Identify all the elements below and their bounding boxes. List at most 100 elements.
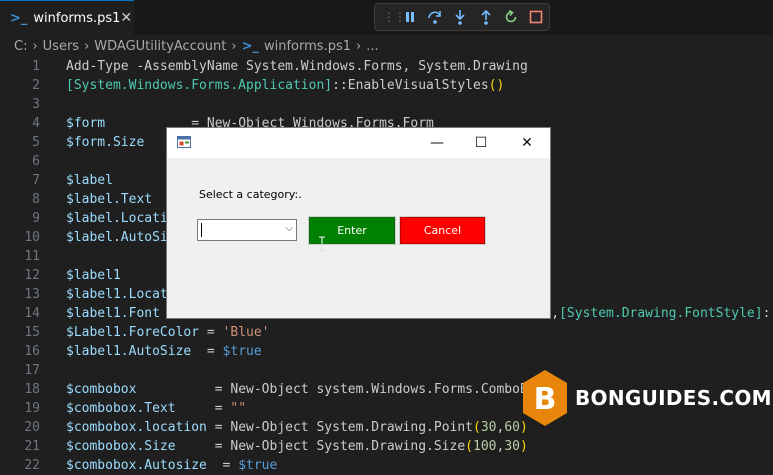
line-number: 7 [32,173,40,188]
line-number: 6 [32,154,40,169]
line-number: 1 [32,59,40,74]
code-token: ( [465,439,473,454]
breadcrumb-users[interactable]: Users [43,39,79,54]
line-number: 4 [32,116,40,131]
code-token: () [488,78,505,93]
code-token: $form.Size [66,135,145,150]
code-text: $label.AutoSi [66,228,168,247]
code-line[interactable]: 22 $combobox.Autosize = $true [0,456,773,475]
bonguides-logo-icon: B [523,370,567,426]
maximize-icon[interactable]: ☐ [459,128,503,158]
text-cursor-icon [319,236,325,252]
stop-icon[interactable] [524,4,549,30]
code-text: Add-Type -AssemblyName System.Windows.Fo… [66,57,528,76]
code-line[interactable]: 3 [0,95,773,114]
code-text: $combobox.Autosize = $true [66,456,277,475]
tab-label: winforms.ps1 [33,10,121,26]
breadcrumb-account[interactable]: WDAGUtilityAccount [94,39,226,54]
breadcrumb-more[interactable]: ... [366,39,378,54]
step-over-icon[interactable] [422,4,447,30]
code-line[interactable]: 15 $Label1.ForeColor = 'Blue' [0,323,773,342]
code-token: 'Blue' [222,325,270,340]
restart-icon[interactable] [498,4,523,30]
code-token: = New-Object System.Drawing.Point [206,420,473,435]
cancel-button[interactable]: Cancel [399,216,486,245]
code-token: "" [230,401,247,416]
step-into-icon[interactable] [448,4,473,30]
code-text: $label1.Locat [66,285,168,304]
code-text: $combobox.location = New-Object System.D… [66,418,528,437]
line-number: 20 [24,420,40,435]
code-token: $label1 [66,268,121,283]
line-number: 15 [24,325,40,340]
chevron-right-icon: › [231,38,237,54]
category-label: Select a category:. [199,188,302,201]
minimize-icon[interactable]: — [415,128,459,158]
pause-icon[interactable] [397,4,422,30]
code-token: 30 [504,439,520,454]
editor-tab-bar: >_ winforms.ps1 ✕ ⋮⋮ [0,0,773,35]
text-caret [201,223,202,237]
tab-close-icon[interactable]: ✕ [120,10,132,26]
code-token: $Label1.ForeColor [66,325,200,340]
code-text: $label.Locati [66,209,168,228]
code-text: $label1.AutoSize = $true [66,342,262,361]
line-number: 16 [24,344,40,359]
code-line[interactable]: 21 $combobox.Size = New-Object System.Dra… [0,437,773,456]
line-number: 8 [32,192,40,207]
code-token: $combobox.location [66,420,207,435]
code-token: $label.Text [66,192,153,207]
code-token: $combobox.Autosize [66,458,207,473]
breadcrumb: C: › Users › WDAGUtilityAccount › >_ win… [0,35,773,57]
code-text: $label.Text [66,190,152,209]
winforms-dialog[interactable]: — ☐ ✕ Select a category:. ⌵ Enter Cancel [166,127,551,319]
watermark-text: BONGUIDES.COM [575,386,772,410]
code-token: = [199,325,223,340]
line-number: 13 [24,287,40,302]
code-token: = [175,401,231,416]
code-token: = New-Object system.Windows.Forms.ComboB… [136,382,544,397]
debug-toolbar: ⋮⋮ [374,3,550,31]
code-token: 100 [473,439,497,454]
code-line[interactable]: 16 $label1.AutoSize = $true [0,342,773,361]
breadcrumb-drive[interactable]: C: [14,39,27,54]
code-token: = [206,458,239,473]
code-text: [System.Windows.Forms.Application]::Enab… [66,76,504,95]
powershell-icon: >_ [10,10,28,26]
form-icon [177,136,191,148]
code-line[interactable]: 2 [System.Windows.Forms.Application]::Ena… [0,76,773,95]
bonguides-logo: B BONGUIDES.COM [521,368,772,428]
code-token: $label1.AutoSize [66,344,192,359]
code-text: $label [66,171,113,190]
step-out-icon[interactable] [473,4,498,30]
code-token: $combobox.Size [66,439,176,454]
line-number: 9 [32,211,40,226]
line-number: 19 [24,401,40,416]
line-number: 12 [24,268,40,283]
category-combobox[interactable]: ⌵ [197,219,297,241]
code-token: $label.Locati [66,211,168,226]
line-number: 14 [24,306,40,321]
code-token: $label1.Locat [66,287,168,302]
dialog-title-bar[interactable]: — ☐ ✕ [167,128,550,158]
breadcrumb-file[interactable]: winforms.ps1 [264,39,351,54]
code-text: $form.Size [66,133,144,152]
code-text: $combobox = New-Object system.Windows.Fo… [66,380,543,399]
code-token: = [191,344,223,359]
line-number: 2 [32,78,40,93]
code-token: $form [66,116,106,131]
drag-handle-icon[interactable]: ⋮⋮ [383,10,406,24]
code-token: [System.Drawing.FontStyle] [559,306,763,321]
code-line[interactable]: 1 Add-Type -AssemblyName System.Windows.F… [0,57,773,76]
close-icon[interactable]: ✕ [505,128,549,158]
tab-winforms-ps1[interactable]: >_ winforms.ps1 ✕ [0,0,134,35]
code-text: $Label1.ForeColor = 'Blue' [66,323,270,342]
powershell-icon: >_ [241,38,259,54]
code-token: [System.Windows.Forms.Application] [66,78,333,93]
chevron-right-icon: › [84,38,90,54]
logo-letter: B [534,382,557,417]
code-token: $combobox [66,382,137,397]
code-token: ) [519,439,528,454]
chevron-down-icon[interactable]: ⌵ [285,223,293,234]
code-token: $label.AutoSi [66,230,168,245]
